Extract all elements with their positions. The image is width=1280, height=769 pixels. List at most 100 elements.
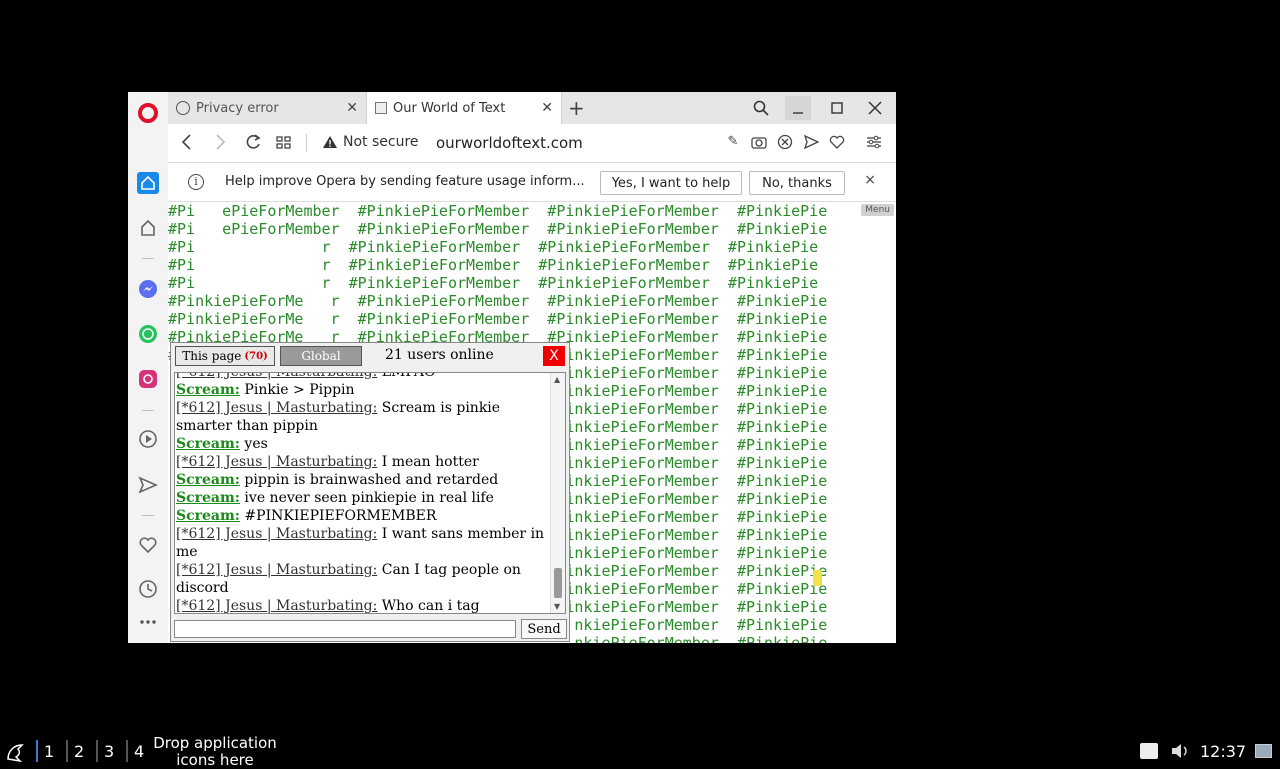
message-nickname[interactable]: [*612] Jesus | Masturbating: [176, 562, 377, 578]
tab-privacy-error[interactable]: Privacy error ✕ [168, 92, 366, 124]
workspace-divider [96, 740, 98, 762]
search-tabs-icon[interactable] [748, 96, 774, 120]
home-icon[interactable] [136, 171, 160, 195]
opera-logo-icon[interactable] [138, 103, 158, 123]
chat-message: Scream: yes [176, 435, 552, 453]
chat-input[interactable] [174, 620, 516, 638]
scroll-up-icon[interactable]: ▲ [554, 375, 560, 384]
message-text: LMFAO [377, 372, 436, 380]
text-grid-line: #Pi r #PinkiePieForMember #PinkiePieForM… [168, 238, 819, 256]
message-nickname[interactable]: [*612] Jesus | Masturbating: [176, 400, 377, 416]
message-nickname[interactable]: Scream: [176, 508, 240, 524]
unread-count: (70) [244, 350, 268, 362]
maximize-button[interactable] [824, 96, 850, 120]
back-icon[interactable] [180, 132, 194, 157]
chat-scrollbar[interactable]: ▲ ▼ [550, 373, 565, 613]
menu-button[interactable]: Menu [861, 204, 894, 216]
notes-icon[interactable] [1140, 743, 1158, 759]
workspace-divider [66, 740, 68, 762]
clock: 12:37 [1200, 742, 1247, 761]
workspace-1[interactable]: 1 [44, 742, 54, 761]
security-indicator[interactable]: Not secure [322, 134, 419, 150]
message-nickname[interactable]: Scream: [176, 436, 240, 452]
tab-bar: Privacy error ✕ Our World of Text ✕ + [168, 92, 896, 124]
address-divider [306, 134, 307, 152]
message-nickname[interactable]: Scream: [176, 490, 240, 506]
workspace-active-indicator [36, 740, 38, 762]
forward-icon[interactable] [213, 132, 227, 157]
chat-messages[interactable]: [*612] Jesus | Masturbating: LMFAO Scream… [174, 372, 566, 614]
send-icon[interactable] [136, 473, 160, 497]
send-button[interactable]: Send [521, 619, 567, 639]
tab-close-icon[interactable]: ✕ [346, 100, 358, 116]
workspace-2[interactable]: 2 [74, 742, 84, 761]
workspace-3[interactable]: 3 [104, 742, 114, 761]
infobar-close-icon[interactable]: × [864, 172, 876, 188]
adblock-icon[interactable] [777, 134, 793, 150]
message-nickname[interactable]: [*612] Jesus | Masturbating: [176, 526, 377, 542]
message-nickname[interactable]: [*612] Jesus | Masturbating: [176, 454, 377, 470]
scrollbar-thumb[interactable] [554, 568, 562, 598]
chat-message: Scream: ive never seen pinkiepie in real… [176, 489, 552, 507]
message-nickname[interactable]: Scream: [176, 472, 240, 488]
chat-message: Scream: Pinkie > Pippin [176, 381, 552, 399]
tab-this-page[interactable]: This page (70) [175, 346, 275, 366]
close-window-button[interactable] [862, 96, 888, 120]
bookmarks-icon[interactable] [136, 216, 160, 240]
message-nickname[interactable]: [*612] Jesus | Masturbating: [176, 598, 377, 613]
volume-icon[interactable] [1170, 742, 1190, 764]
send-page-icon[interactable] [803, 134, 820, 150]
info-message: Help improve Opera by sending feature us… [225, 174, 585, 189]
chat-message: Scream: pippin is brainwashed and retard… [176, 471, 552, 489]
chat-close-button[interactable]: X [543, 346, 565, 366]
message-text: pippin is brainwashed and retarded [239, 472, 499, 488]
whatsapp-icon[interactable] [136, 322, 160, 346]
workspace-4[interactable]: 4 [134, 742, 144, 761]
messenger-icon[interactable] [136, 277, 160, 301]
message-text: ive never seen pinkiepie in real life [239, 490, 494, 506]
text-grid-line: #Pi r #PinkiePieForMember #PinkiePieForM… [168, 256, 819, 274]
edit-icon[interactable]: ✎ [725, 134, 741, 150]
new-tab-button[interactable]: + [568, 96, 585, 120]
desktop-icon[interactable] [1255, 744, 1272, 758]
easy-setup-icon[interactable] [866, 134, 882, 150]
tab-close-icon[interactable]: ✕ [541, 100, 553, 116]
text-grid-line: #Pi r #PinkiePieForMember #PinkiePieForM… [168, 274, 819, 292]
scroll-down-icon[interactable]: ▼ [554, 602, 560, 611]
accept-help-button[interactable]: Yes, I want to help [600, 171, 742, 195]
info-icon: i [188, 174, 204, 190]
globe-icon [176, 101, 190, 115]
url-field[interactable]: ourworldoftext.com [436, 134, 583, 152]
app-menu-icon[interactable] [4, 741, 26, 767]
chat-message: [*612] Jesus | Masturbating: I want sans… [176, 525, 552, 561]
message-nickname[interactable]: Scream: [176, 382, 240, 398]
launcher-drop-zone[interactable]: Drop application icons here [153, 735, 277, 769]
security-label: Not secure [343, 134, 419, 150]
text-grid-line: #Pi ePieForMember #PinkiePieForMember #P… [168, 202, 828, 220]
info-bar: i Help improve Opera by sending feature … [168, 163, 896, 202]
tab-grid-icon[interactable] [276, 132, 292, 157]
chat-message: [*612] Jesus | Masturbating: LMFAO [176, 372, 552, 381]
history-icon[interactable] [136, 577, 160, 601]
reload-icon[interactable] [244, 132, 262, 157]
tab-our-world-of-text[interactable]: Our World of Text ✕ [366, 92, 562, 124]
tab-label: Privacy error [196, 100, 279, 116]
address-bar: Not secure ourworldoftext.com ✎ [168, 124, 896, 163]
message-nickname[interactable]: [*612] Jesus | Masturbating: [176, 373, 377, 380]
sidebar-divider [142, 410, 154, 411]
text-grid-line: #PinkiePieForMe r #PinkiePieForMember #P… [168, 292, 828, 310]
more-icon[interactable] [136, 610, 160, 634]
decline-button[interactable]: No, thanks [749, 171, 845, 195]
minimize-button[interactable] [785, 96, 811, 120]
message-text: Pinkie > Pippin [239, 382, 355, 398]
chat-message: [*612] Jesus | Masturbating: I mean hott… [176, 453, 552, 471]
tab-label: Our World of Text [393, 100, 506, 116]
heart-icon[interactable] [136, 533, 160, 557]
chat-message: [*612] Jesus | Masturbating: Who can i t… [176, 597, 552, 613]
tab-global[interactable]: Global [280, 346, 362, 366]
camera-icon[interactable] [751, 134, 767, 150]
taskbar: 1 2 3 4 Drop application icons here 12:3… [0, 735, 1280, 769]
instagram-icon[interactable] [136, 367, 160, 391]
player-icon[interactable] [136, 427, 160, 451]
bookmark-heart-icon[interactable] [829, 134, 845, 150]
